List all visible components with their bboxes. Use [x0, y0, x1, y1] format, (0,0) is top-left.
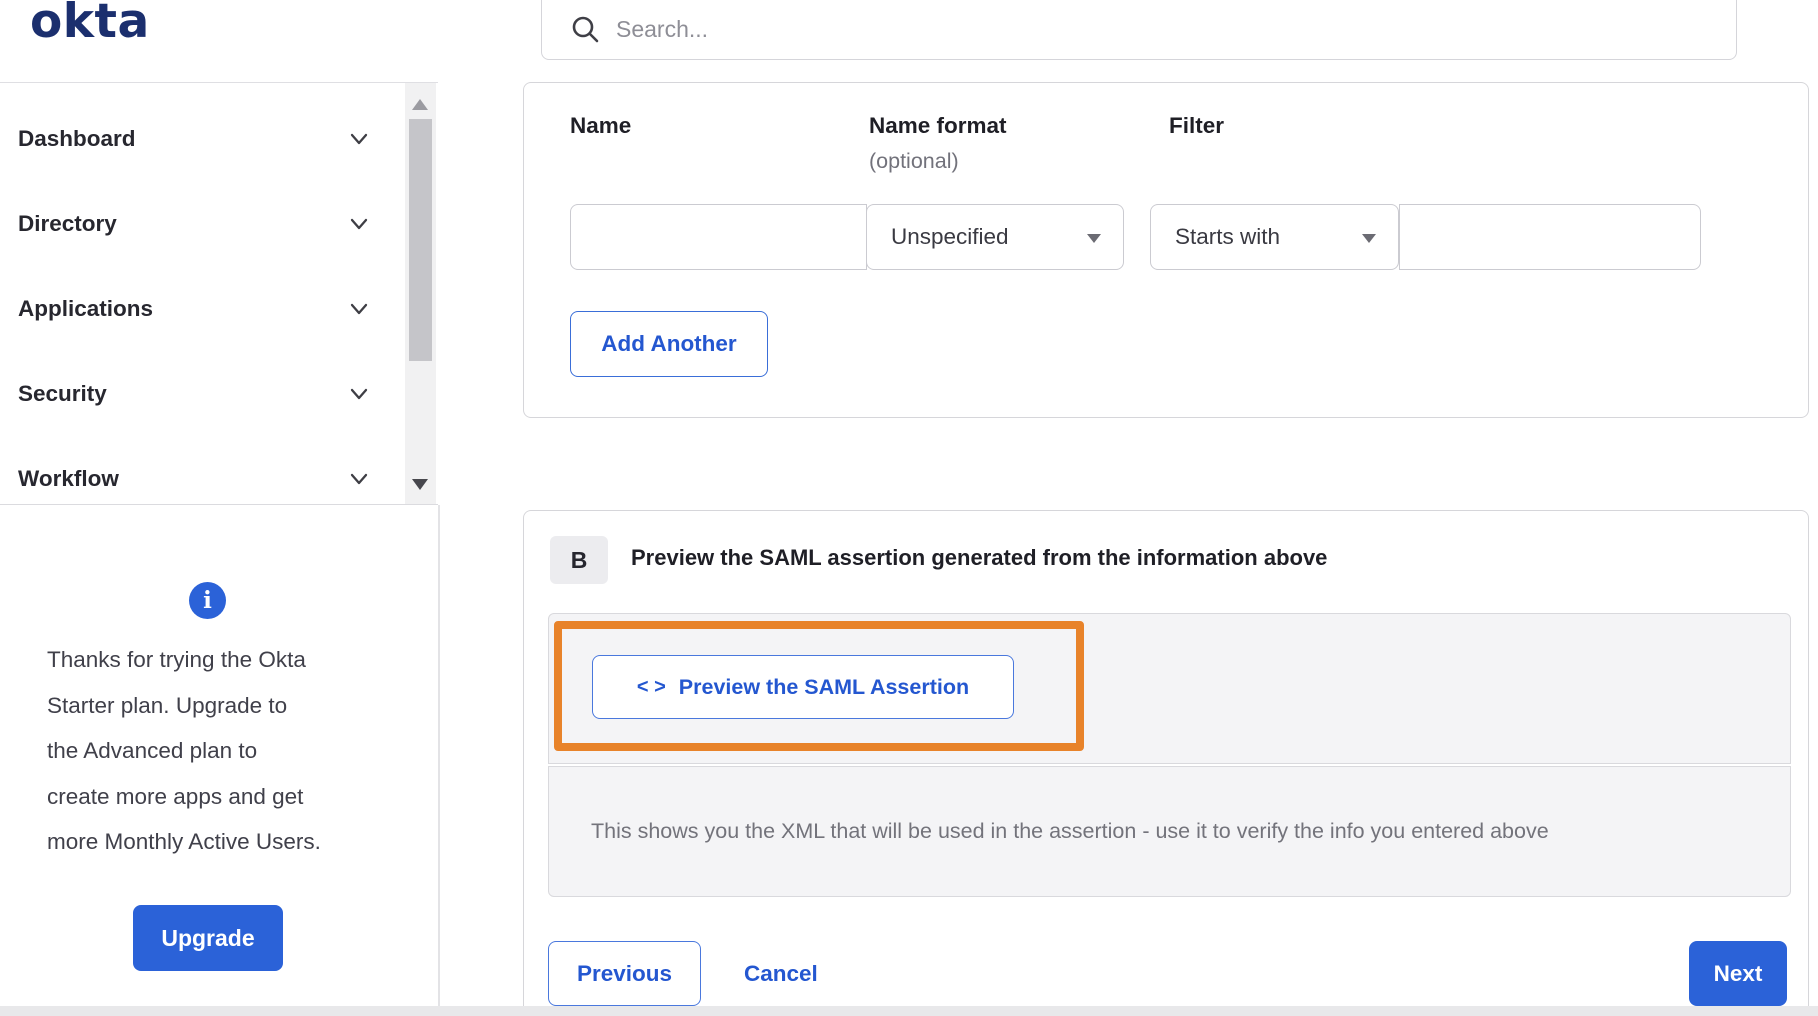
dropdown-caret-icon	[1362, 234, 1376, 243]
filter-value-input[interactable]	[1399, 204, 1701, 270]
sidebar-item-label: Security	[18, 381, 107, 406]
sidebar-scrollbar[interactable]	[405, 83, 436, 504]
preview-description-text: This shows you the XML that will be used…	[591, 819, 1549, 843]
info-icon	[189, 582, 226, 619]
name-format-optional-label: (optional)	[869, 149, 959, 173]
previous-button[interactable]: Previous	[548, 941, 701, 1006]
okta-admin-app: okta Dashboard Directory Ap	[0, 0, 1818, 1016]
sidebar-item-label: Dashboard	[18, 126, 136, 151]
upgrade-button[interactable]: Upgrade	[133, 905, 283, 971]
sidebar-item-label: Workflow	[18, 466, 119, 491]
sidebar-item-directory[interactable]: Directory	[18, 204, 370, 244]
code-brackets-icon	[637, 676, 666, 699]
preview-button-label: Preview the SAML Assertion	[678, 674, 970, 699]
chevron-down-icon	[348, 213, 370, 235]
step-b-badge: B	[550, 536, 608, 584]
filter-column-label: Filter	[1169, 113, 1225, 138]
scroll-down-arrow-icon[interactable]	[412, 479, 428, 490]
name-format-select[interactable]: Unspecified	[866, 204, 1124, 270]
upgrade-message: Thanks for trying the Okta Starter plan.…	[47, 637, 387, 865]
viewport-bottom-edge	[0, 1006, 1818, 1016]
sidebar-item-dashboard[interactable]: Dashboard	[18, 119, 370, 159]
upgrade-message-line: the Advanced plan to	[47, 738, 258, 763]
name-column-label: Name	[570, 113, 632, 138]
name-format-selected-value: Unspecified	[891, 224, 1009, 249]
preview-description-panel: This shows you the XML that will be used…	[548, 766, 1791, 897]
preview-saml-card: B Preview the SAML assertion generated f…	[523, 510, 1809, 1016]
name-format-column-label: Name format	[869, 113, 1007, 138]
add-another-button[interactable]: Add Another	[570, 311, 768, 377]
search-icon	[570, 14, 600, 44]
cancel-link[interactable]: Cancel	[744, 941, 818, 1006]
attribute-name-input[interactable]	[570, 204, 867, 270]
sidebar-item-workflow[interactable]: Workflow	[18, 459, 370, 499]
sidebar-nav: Dashboard Directory Applications Securit…	[0, 82, 438, 505]
upgrade-message-line: create more apps and get	[47, 783, 304, 809]
chevron-down-icon	[348, 383, 370, 405]
filter-type-selected-value: Starts with	[1175, 224, 1281, 249]
sidebar-item-security[interactable]: Security	[18, 374, 370, 414]
preview-section-title: Preview the SAML assertion generated fro…	[631, 545, 1328, 570]
scrollbar-thumb[interactable]	[409, 119, 432, 361]
filter-type-select[interactable]: Starts with	[1150, 204, 1399, 270]
search-input[interactable]	[616, 15, 1666, 43]
next-button[interactable]: Next	[1689, 941, 1787, 1006]
dropdown-caret-icon	[1087, 234, 1101, 243]
preview-saml-assertion-button[interactable]: Preview the SAML Assertion	[592, 655, 1014, 719]
attribute-statements-card: Name Name format (optional) Filter Unspe…	[523, 82, 1809, 418]
upgrade-message-line: Thanks for trying the Okta	[47, 647, 306, 672]
chevron-down-icon	[348, 128, 370, 150]
upgrade-message-line: Starter plan. Upgrade to	[47, 692, 288, 718]
chevron-down-icon	[348, 298, 370, 320]
global-search[interactable]	[541, 0, 1737, 60]
sidebar-item-label: Applications	[18, 296, 154, 321]
upgrade-message-line: more Monthly Active Users.	[47, 829, 321, 854]
sidebar-item-applications[interactable]: Applications	[18, 289, 370, 329]
chevron-down-icon	[348, 468, 370, 490]
scroll-up-arrow-icon[interactable]	[412, 99, 428, 110]
okta-logo: okta	[30, 0, 150, 49]
sidebar-divider	[438, 505, 440, 1016]
sidebar-item-label: Directory	[18, 211, 117, 236]
